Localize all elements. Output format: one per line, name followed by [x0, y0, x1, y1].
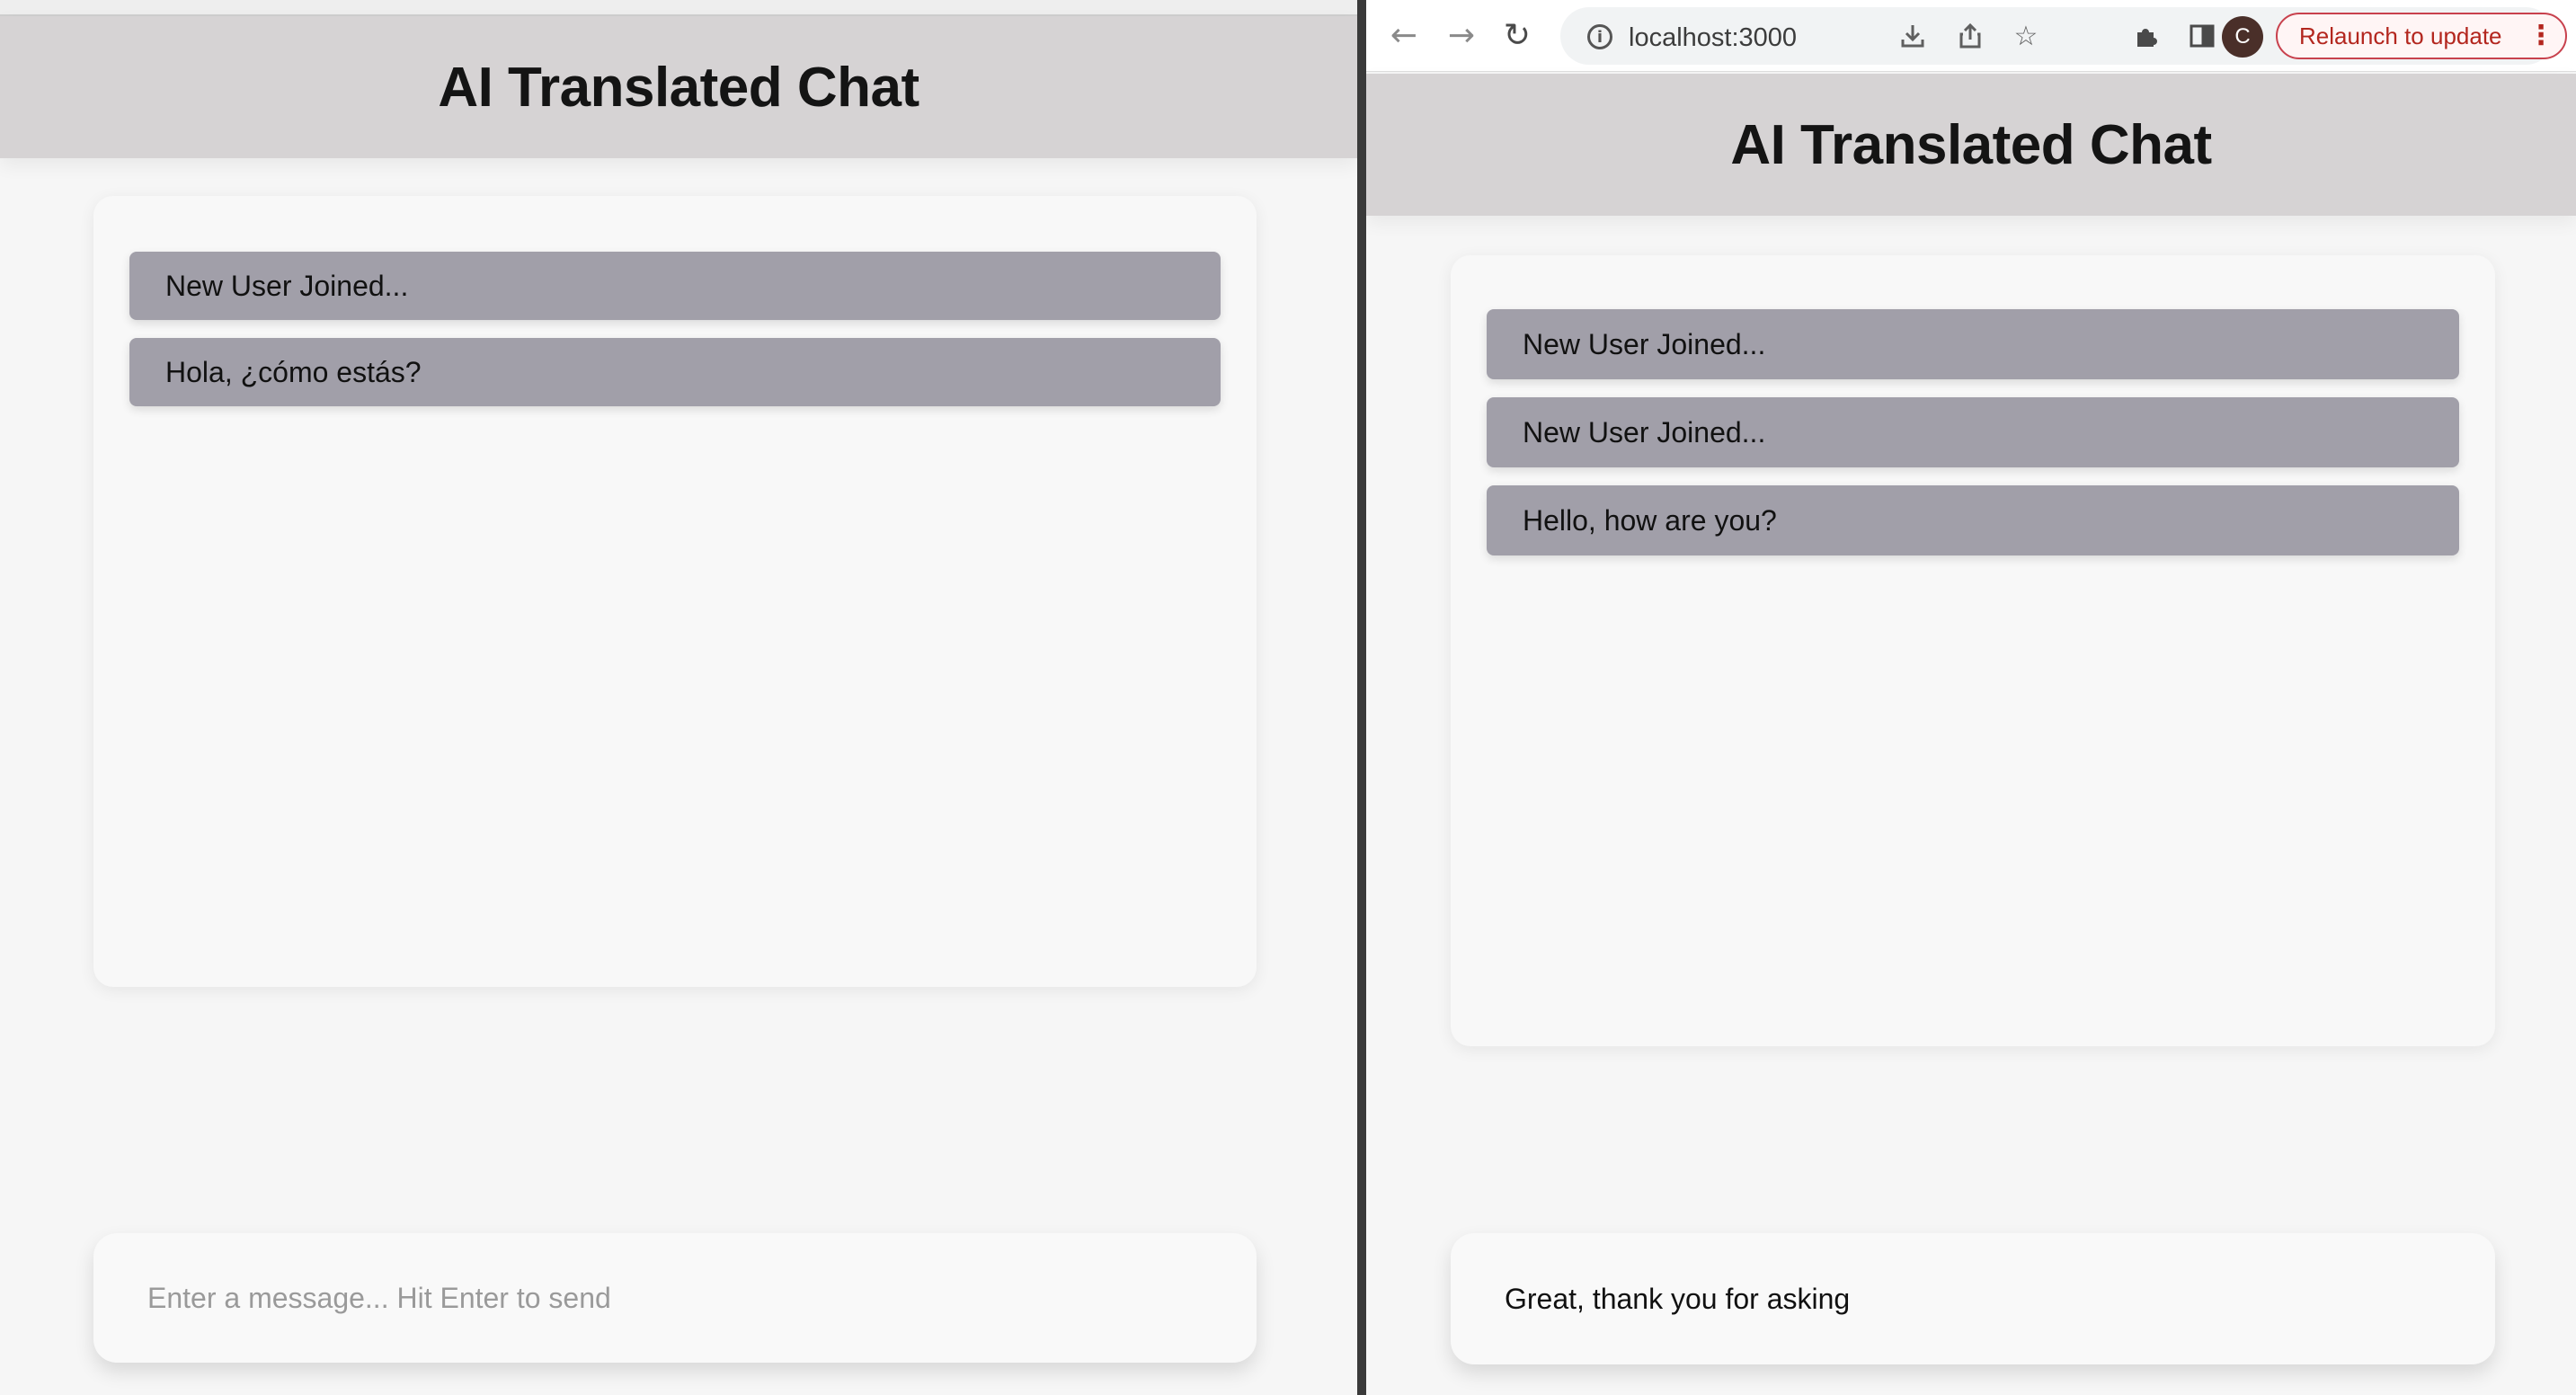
right-chat-window: ← → ↻ i localhost:3000 ☆ C Relaunch to u… — [1366, 0, 2576, 1395]
url-text: localhost:3000 — [1629, 23, 1798, 52]
message-input[interactable] — [1451, 1233, 2495, 1364]
profile-avatar[interactable]: C — [2222, 16, 2263, 58]
relaunch-button[interactable]: Relaunch to update ⋮ — [2276, 13, 2567, 59]
forward-arrow-icon[interactable]: → — [1440, 14, 1483, 58]
message-bubble: Hola, ¿cómo estás? — [129, 338, 1221, 406]
share-icon[interactable] — [1952, 18, 1988, 54]
messages-panel: New User Joined... Hola, ¿cómo estás? — [93, 196, 1257, 987]
message-input[interactable] — [93, 1233, 1257, 1363]
message-bubble: Hello, how are you? — [1487, 485, 2459, 555]
message-bubble: New User Joined... — [129, 252, 1221, 320]
browser-toolbar: ← → ↻ i localhost:3000 ☆ C Relaunch to u… — [1366, 0, 2576, 72]
page-title: AI Translated Chat — [438, 56, 919, 119]
page-title: AI Translated Chat — [1730, 113, 2212, 176]
message-bubble: New User Joined... — [1487, 309, 2459, 379]
message-bubble: New User Joined... — [1487, 397, 2459, 467]
app-header: AI Translated Chat — [1366, 74, 2576, 216]
messages-panel: New User Joined... New User Joined... He… — [1451, 255, 2495, 1046]
back-arrow-icon[interactable]: ← — [1382, 14, 1426, 58]
reload-icon[interactable]: ↻ — [1496, 14, 1539, 58]
app-header: AI Translated Chat — [0, 16, 1357, 158]
relaunch-label: Relaunch to update — [2299, 22, 2502, 49]
info-icon[interactable]: i — [1587, 24, 1612, 49]
window-divider — [1357, 0, 1366, 1395]
download-icon[interactable] — [1895, 18, 1931, 54]
side-panel-icon[interactable] — [2181, 14, 2224, 58]
extensions-icon[interactable] — [2125, 14, 2168, 58]
bookmark-star-icon[interactable]: ☆ — [2008, 18, 2044, 54]
left-chat-window: AI Translated Chat New User Joined... Ho… — [0, 0, 1357, 1395]
more-menu-icon[interactable]: ⋮ — [2527, 20, 2554, 51]
window-top-strip — [0, 0, 1357, 16]
